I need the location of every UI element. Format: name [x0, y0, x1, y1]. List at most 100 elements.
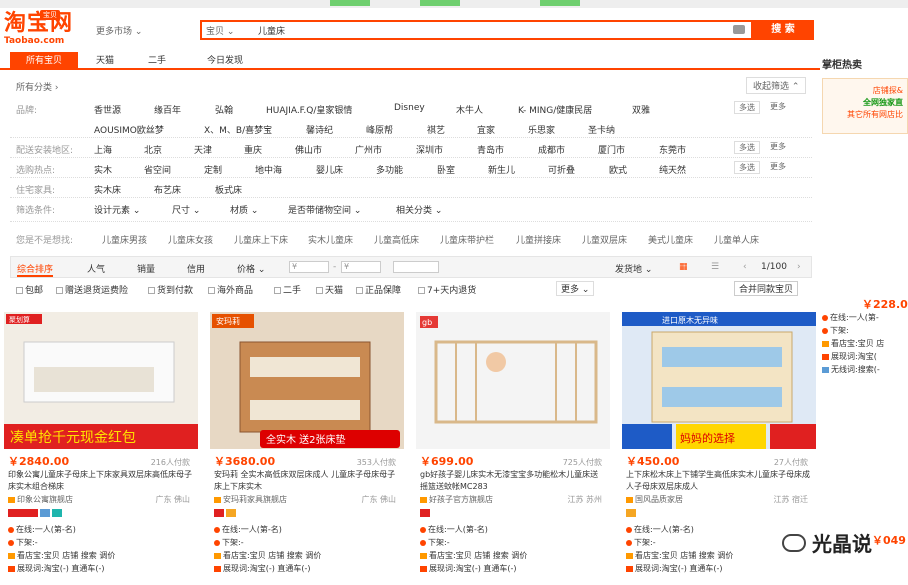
condition-dropdown[interactable]: 相关分类 ⌄ — [396, 203, 442, 216]
option-checkbox[interactable]: 赠送退货运费险 — [56, 283, 128, 296]
price-range-slider[interactable] — [393, 261, 439, 273]
condition-dropdown[interactable]: 是否带储物空间 ⌄ — [288, 203, 361, 216]
sort-popularity[interactable]: 人气 — [87, 262, 105, 275]
region-item[interactable]: 厦门市 — [598, 143, 625, 156]
product-title[interactable]: 安玛莉 全实木高低床双层床成人 儿童床子母床母子床上下床实木 — [214, 469, 400, 493]
right-nosearch[interactable]: 无线词:搜索(- — [822, 364, 880, 375]
product-image[interactable]: 凑单抢千元现金红包 聚划算 — [4, 312, 198, 449]
brand-item[interactable]: 木牛人 — [456, 103, 483, 116]
right-show[interactable]: 展现词:淘宝( — [822, 351, 877, 362]
sort-sales[interactable]: 销量 — [137, 262, 155, 275]
product-image[interactable]: gb — [416, 312, 610, 449]
shop-link[interactable]: 好孩子官方旗舰店 — [420, 494, 493, 505]
suggest-item[interactable]: 实木儿童床 — [308, 233, 353, 246]
sort-credit[interactable]: 信用 — [187, 262, 205, 275]
option-checkbox[interactable]: 货到付款 — [148, 283, 193, 296]
all-categories-label[interactable]: 所有分类 › — [16, 80, 58, 93]
brand-item[interactable]: 峰原帮 — [366, 123, 393, 136]
region-item[interactable]: 成都市 — [538, 143, 565, 156]
tab-tmall[interactable]: 天猫 — [82, 52, 128, 70]
region-item[interactable]: 佛山市 — [295, 143, 322, 156]
grid-view-icon[interactable]: ▦ — [679, 262, 688, 272]
taobao-logo[interactable]: 淘宝网 Taobao.com 宝贝 — [4, 10, 84, 46]
suggest-item[interactable]: 儿童床女孩 — [168, 233, 213, 246]
brand-item[interactable]: 祺艺 — [427, 123, 445, 136]
brand-item[interactable]: 馨诗纪 — [306, 123, 333, 136]
suggest-item[interactable]: 儿童单人床 — [714, 233, 759, 246]
hot-item[interactable]: 可折叠 — [548, 163, 575, 176]
hot-item[interactable]: 欧式 — [609, 163, 627, 176]
hot-item[interactable]: 纯天然 — [659, 163, 686, 176]
price-min-input[interactable]: ¥ — [289, 261, 329, 273]
option-checkbox[interactable]: 正品保障 — [356, 283, 401, 296]
home-item[interactable]: 实木床 — [94, 183, 121, 196]
option-checkbox[interactable]: 天猫 — [316, 283, 343, 296]
option-checkbox[interactable]: 7+天内退货 — [418, 283, 476, 296]
merge-button[interactable]: 合并同款宝贝 — [734, 281, 799, 296]
suggest-item[interactable]: 美式儿童床 — [648, 233, 693, 246]
brand-item[interactable]: K- MING/健康民居 — [518, 103, 592, 116]
hot-item[interactable]: 定制 — [204, 163, 222, 176]
hot-item[interactable]: 实木 — [94, 163, 112, 176]
show-words-line[interactable]: 展现词:淘宝(-) 直通车(-) — [8, 563, 105, 574]
brand-item[interactable]: 弘翰 — [215, 103, 233, 116]
region-item[interactable]: 深圳市 — [416, 143, 443, 156]
brand-item[interactable]: 宜家 — [477, 123, 495, 136]
shop-tools-line[interactable]: 看店宝:宝贝 店铺 搜索 调价 — [420, 550, 527, 561]
shop-link[interactable]: 安玛莉家具旗舰店 — [214, 494, 287, 505]
shop-link[interactable]: 国风品质家居 — [626, 494, 683, 505]
region-item[interactable]: 北京 — [144, 143, 162, 156]
multi-select-button[interactable]: 多选 — [734, 141, 760, 154]
tab-discover[interactable]: 今日发现 — [190, 52, 260, 70]
condition-dropdown[interactable]: 尺寸 ⌄ — [172, 203, 200, 216]
ship-from-dropdown[interactable]: 发货地 ⌄ — [615, 262, 652, 275]
brand-item[interactable]: 香世源 — [94, 103, 121, 116]
brand-item[interactable]: X、M、B/喜梦宝 — [204, 123, 272, 136]
show-words-line[interactable]: 展现词:淘宝(-) 直通车(-) — [420, 563, 517, 574]
shop-tools-line[interactable]: 看店宝:宝贝 店铺 搜索 调价 — [8, 550, 115, 561]
condition-dropdown[interactable]: 材质 ⌄ — [230, 203, 258, 216]
search-category-select[interactable]: 宝贝 ⌄ — [206, 24, 250, 37]
option-checkbox[interactable]: 海外商品 — [208, 283, 253, 296]
product-title[interactable]: 印象公寓儿童床子母床上下床家具双层床高低床母子床实木组合梯床 — [8, 469, 194, 493]
more-button[interactable]: 更多 — [766, 161, 790, 174]
product-card[interactable]: gb ￥699.00 725人付款 gb好孩子婴儿床实木无漆宝宝多功能松木儿童床… — [416, 312, 610, 582]
brand-item[interactable]: 缘百年 — [154, 103, 181, 116]
region-item[interactable]: 上海 — [94, 143, 112, 156]
brand-item[interactable]: HUAJIA.F.Q/皇家银情 — [266, 103, 352, 116]
product-image[interactable]: 安玛莉 全实木 送2张床垫 — [210, 312, 404, 449]
product-title[interactable]: gb好孩子婴儿床实木无漆宝宝多功能松木儿童床送摇篮送蚊帐MC283 — [420, 469, 606, 493]
suggest-item[interactable]: 儿童床上下床 — [234, 233, 288, 246]
multi-select-button[interactable]: 多选 — [734, 161, 760, 174]
suggest-item[interactable]: 儿童双层床 — [582, 233, 627, 246]
option-checkbox[interactable]: 二手 — [274, 283, 301, 296]
camera-icon[interactable] — [733, 25, 745, 34]
search-button[interactable]: 搜 索 — [752, 20, 814, 40]
list-view-icon[interactable]: ☰ — [711, 262, 719, 272]
brand-item[interactable]: Disney — [394, 103, 425, 113]
suggest-item[interactable]: 儿童床带护栏 — [440, 233, 494, 246]
hot-item[interactable]: 新生儿 — [488, 163, 515, 176]
home-item[interactable]: 板式床 — [215, 183, 242, 196]
suggest-item[interactable]: 儿童高低床 — [374, 233, 419, 246]
sort-default[interactable]: 综合排序 — [17, 262, 54, 277]
region-item[interactable]: 广州市 — [355, 143, 382, 156]
show-words-line[interactable]: 展现词:淘宝(-) 直通车(-) — [626, 563, 723, 574]
hot-item[interactable]: 婴儿床 — [316, 163, 343, 176]
price-max-input[interactable]: ¥ — [341, 261, 381, 273]
search-input[interactable]: 儿童床 — [258, 24, 285, 37]
home-item[interactable]: 布艺床 — [154, 183, 181, 196]
tab-all[interactable]: 所有宝贝 — [10, 52, 78, 70]
condition-dropdown[interactable]: 设计元素 ⌄ — [94, 203, 140, 216]
show-words-line[interactable]: 展现词:淘宝(-) 直通车(-) — [214, 563, 311, 574]
multi-select-button[interactable]: 多选 — [734, 101, 760, 114]
hot-item[interactable]: 地中海 — [255, 163, 282, 176]
prev-page-icon[interactable]: ‹ — [743, 262, 747, 272]
region-item[interactable]: 重庆 — [244, 143, 262, 156]
shop-tools-line[interactable]: 看店宝:宝贝 店铺 搜索 调价 — [214, 550, 321, 561]
hot-item[interactable]: 卧室 — [437, 163, 455, 176]
region-item[interactable]: 东莞市 — [659, 143, 686, 156]
region-item[interactable]: 天津 — [194, 143, 212, 156]
more-options-button[interactable]: 更多 ⌄ — [556, 281, 595, 296]
brand-item[interactable]: 圣卡纳 — [588, 123, 615, 136]
